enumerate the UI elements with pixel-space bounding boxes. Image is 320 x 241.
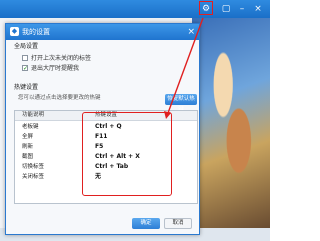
dialog-titlebar: ◆ 我的设置 × [6, 24, 199, 40]
function-name: 截图 [22, 154, 34, 160]
settings-gear-icon[interactable]: ⚙ [200, 3, 212, 15]
function-name: 切换标签 [22, 164, 45, 170]
restore-icon[interactable]: ▢ [220, 3, 232, 15]
restore-default-hotkeys-button[interactable]: 恢复默认热键 [165, 94, 197, 113]
window-titlebar: ⚙ ▢ – × [0, 0, 270, 18]
function-name: 老板键 [22, 124, 39, 130]
hotkey-settings-label: 热键设置 [14, 84, 39, 91]
ok-button[interactable]: 确定 [132, 218, 160, 229]
close-icon[interactable]: × [252, 3, 264, 15]
hotkey-hint: 您可以通过点击选择要更改的热键 [18, 95, 101, 101]
dialog-title: 我的设置 [22, 28, 50, 36]
app-logo-icon: ◆ [10, 27, 19, 36]
game-artwork [192, 18, 270, 241]
option-label: 退出大厅时提醒我 [31, 65, 80, 72]
global-settings-label: 全局设置 [14, 43, 39, 50]
annotation-highlight-box [82, 112, 172, 196]
option-label: 打开上次未关闭的标签 [31, 55, 92, 62]
cancel-button[interactable]: 取消 [164, 218, 192, 229]
function-name: 刷新 [22, 144, 34, 150]
dialog-close-icon[interactable]: × [187, 26, 195, 38]
reopen-tabs-checkbox[interactable] [22, 55, 28, 61]
minimize-icon[interactable]: – [236, 3, 248, 15]
exit-reminder-checkbox[interactable]: ✓ [22, 65, 28, 72]
function-name: 全屏 [22, 134, 34, 140]
function-name: 关闭标签 [22, 174, 45, 180]
column-header-function: 功能说明 [22, 112, 45, 118]
